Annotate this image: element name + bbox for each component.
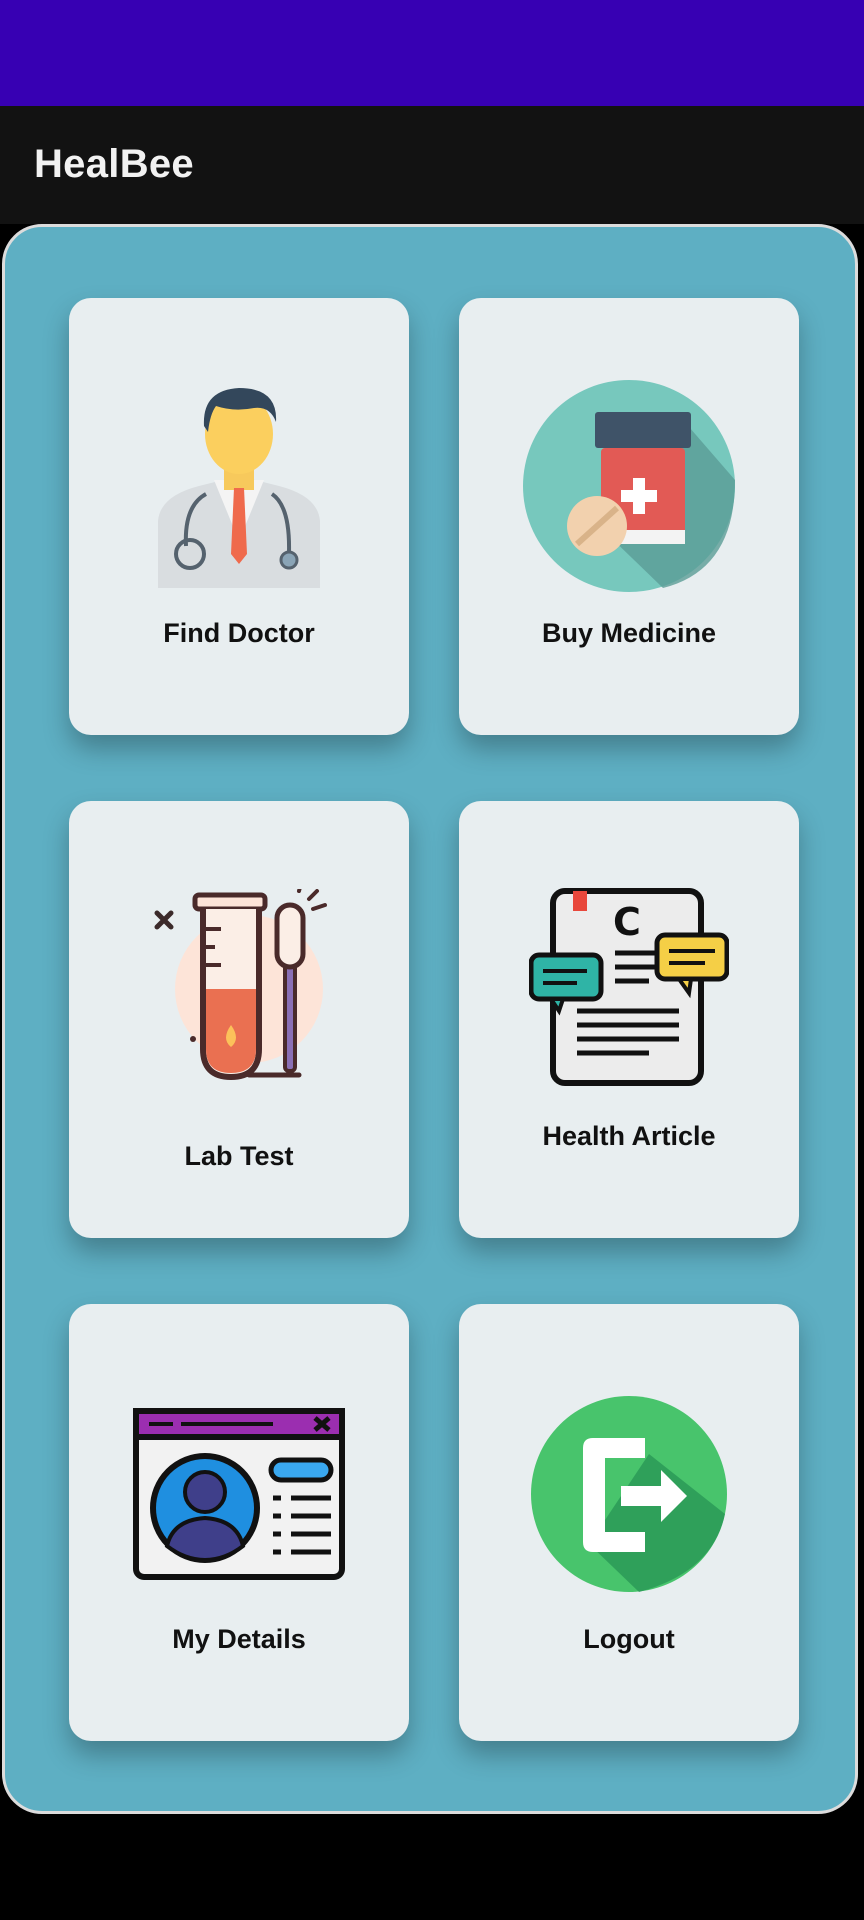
health-article-label: Health Article bbox=[542, 1121, 716, 1151]
medicine-bottle-icon bbox=[523, 380, 735, 592]
find-doctor-label: Find Doctor bbox=[163, 618, 315, 648]
logout-label: Logout bbox=[583, 1624, 675, 1654]
navigation-bar bbox=[0, 1818, 864, 1920]
buy-medicine-card[interactable]: Buy Medicine bbox=[459, 298, 799, 735]
find-doctor-card[interactable]: Find Doctor bbox=[69, 298, 409, 735]
profile-window-icon bbox=[133, 1408, 345, 1580]
app-title: HealBee bbox=[34, 142, 194, 186]
svg-text:C: C bbox=[613, 900, 641, 944]
my-details-label: My Details bbox=[172, 1624, 306, 1654]
logout-icon bbox=[531, 1396, 727, 1592]
app-bar: HealBee bbox=[0, 106, 864, 224]
lab-test-card[interactable]: Lab Test bbox=[69, 801, 409, 1238]
dashboard-panel: Find Doctor Buy Medicine Lab Test C Heal… bbox=[2, 224, 858, 1814]
logout-card[interactable]: Logout bbox=[459, 1304, 799, 1741]
buy-medicine-label: Buy Medicine bbox=[541, 618, 717, 648]
my-details-card[interactable]: My Details bbox=[69, 1304, 409, 1741]
test-tube-icon bbox=[154, 889, 327, 1081]
lab-test-label: Lab Test bbox=[184, 1141, 294, 1171]
status-bar bbox=[0, 0, 864, 106]
doctor-icon bbox=[158, 388, 320, 588]
article-icon: C bbox=[529, 888, 729, 1086]
health-article-card[interactable]: C Health Article bbox=[459, 801, 799, 1238]
